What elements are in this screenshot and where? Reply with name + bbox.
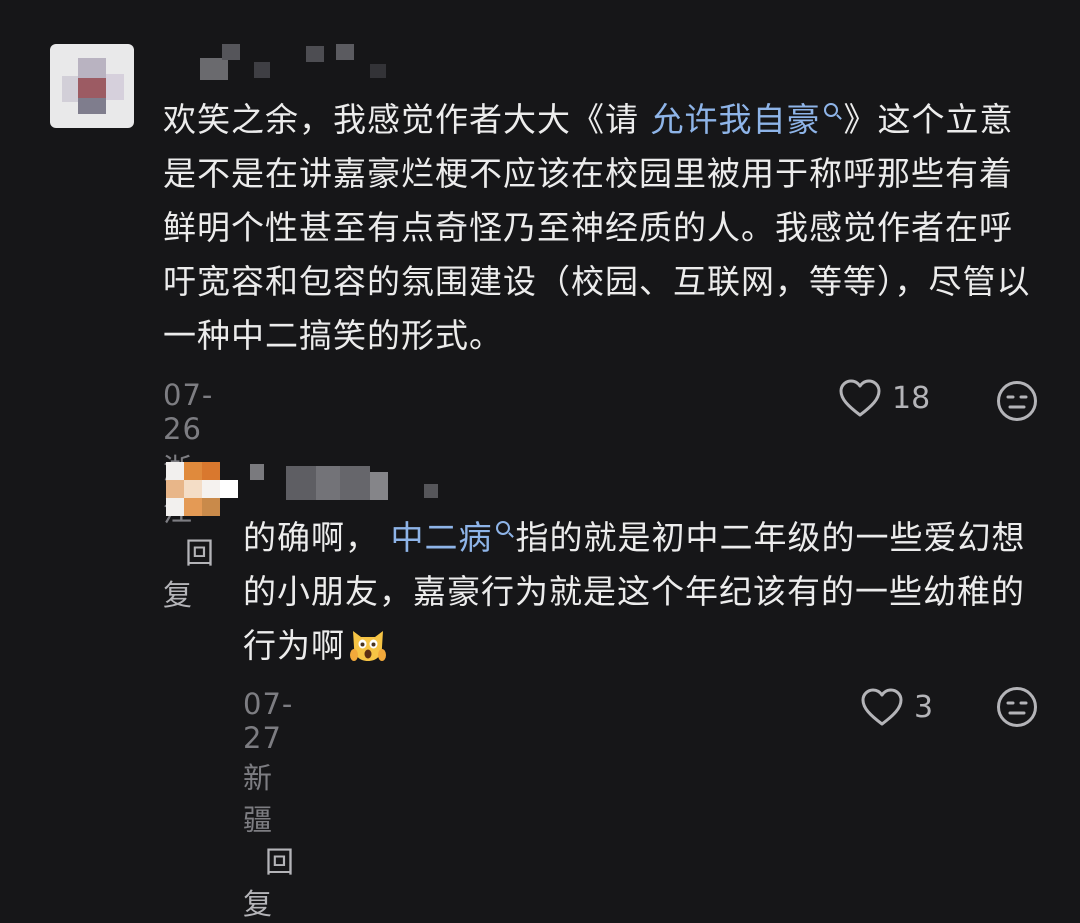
- comment-main-tag-link[interactable]: 允许我自豪: [651, 100, 844, 139]
- comment-reply-date-location: 07-27 新疆: [243, 687, 294, 837]
- avatar-main[interactable]: [50, 44, 134, 128]
- comment-main-reply-button[interactable]: 回复: [163, 536, 215, 612]
- comment-main-text: 欢笑之余，我感觉作者大大《请 允许我自豪 》这个立意是不是在讲嘉豪烂梗不应该在校园…: [163, 100, 1031, 355]
- comment-main-like-button[interactable]: 18: [838, 378, 930, 418]
- heart-icon: [861, 688, 903, 726]
- username-reply[interactable]: [250, 462, 450, 502]
- comment-reply-tag-link[interactable]: 中二病: [391, 518, 516, 557]
- heart-icon: [839, 379, 881, 417]
- search-icon: [495, 521, 510, 535]
- neutral-face-icon[interactable]: [996, 380, 1038, 422]
- comment-reply-text: 的确啊， 中二病 指的就是初中二年级的一些爱幻想的小朋友，嘉豪行为就是这个年纪该有…: [243, 518, 1026, 665]
- comment-reply-like-count: 3: [914, 689, 934, 725]
- comment-reply-meta: 07-27 新疆 回复: [243, 687, 295, 923]
- search-icon: [823, 103, 838, 117]
- comment-reply-reply-button[interactable]: 回复: [243, 845, 295, 921]
- username-main[interactable]: [200, 44, 410, 80]
- avatar-reply[interactable]: [166, 462, 240, 518]
- scream-cat-emoji: [350, 631, 386, 661]
- neutral-face-icon[interactable]: [996, 686, 1038, 728]
- comment-main-like-count: 18: [892, 380, 931, 416]
- comment-reply-like-button[interactable]: 3: [860, 687, 933, 727]
